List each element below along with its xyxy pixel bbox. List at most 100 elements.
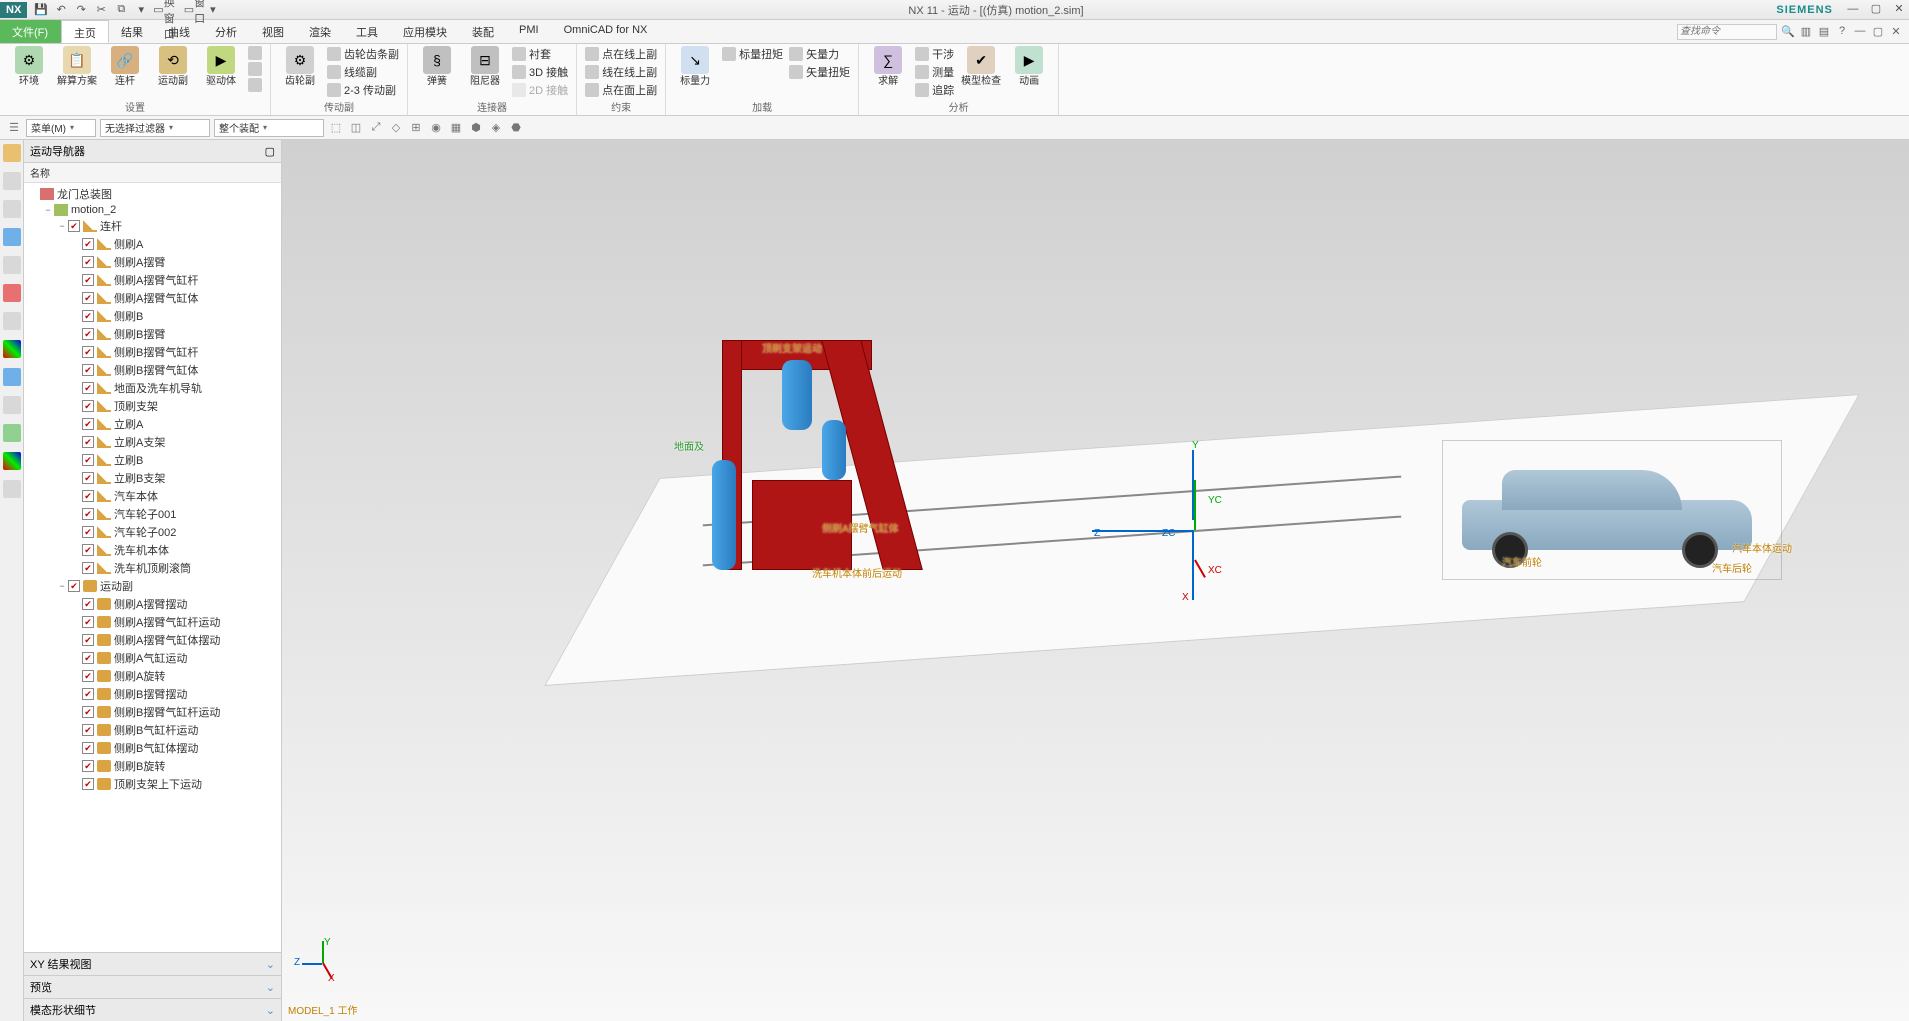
filter-combo[interactable]: 无选择过滤器 xyxy=(100,119,210,137)
tree-joint-0[interactable]: ✔侧刷A摆臂摆动 xyxy=(24,595,281,613)
tree-joints-group[interactable]: −✔运动副 xyxy=(24,577,281,595)
rb-nav-icon[interactable] xyxy=(3,144,21,162)
tree-link-9[interactable]: ✔顶刷支架 xyxy=(24,397,281,415)
search-icon[interactable]: 🔍 xyxy=(1781,25,1795,39)
btn-joint[interactable]: ⟲运动副 xyxy=(152,46,194,87)
btn-cable[interactable]: 线缆副 xyxy=(327,64,399,80)
rb-i5[interactable] xyxy=(3,256,21,274)
window-menu[interactable]: ▭ 窗口 ▾ xyxy=(184,2,216,18)
btn-vforce[interactable]: 矢量力 xyxy=(789,46,850,62)
scope-combo[interactable]: 整个装配 xyxy=(214,119,324,137)
tree-link-17[interactable]: ✔洗车机本体 xyxy=(24,541,281,559)
tree-link-2[interactable]: ✔侧刷A摆臂气缸杆 xyxy=(24,271,281,289)
fb-i9[interactable]: ◈ xyxy=(488,120,504,136)
switch-window-button[interactable]: ▭ 切换窗口 xyxy=(153,2,179,18)
redo-icon[interactable]: ↷ xyxy=(73,2,89,18)
fb-i1[interactable]: ⬚ xyxy=(328,120,344,136)
undo-icon[interactable]: ↶ xyxy=(53,2,69,18)
menu-icon[interactable]: ☰ xyxy=(6,120,22,136)
rb-i7[interactable] xyxy=(3,312,21,330)
tree-link-5[interactable]: ✔侧刷B摆臂 xyxy=(24,325,281,343)
close-icon[interactable]: ✕ xyxy=(1891,2,1907,16)
fb-i5[interactable]: ⊞ xyxy=(408,120,424,136)
fb-i6[interactable]: ◉ xyxy=(428,120,444,136)
btn-pof[interactable]: 点在面上副 xyxy=(585,82,657,98)
btn-gear[interactable]: ⚙齿轮副 xyxy=(279,46,321,87)
tab-curve[interactable]: 曲线 xyxy=(156,20,203,43)
tree-motion[interactable]: −motion_2 xyxy=(24,203,281,217)
rb-i11[interactable] xyxy=(3,424,21,442)
save-icon[interactable]: 💾 xyxy=(33,2,49,18)
tree-joint-9[interactable]: ✔侧刷B旋转 xyxy=(24,757,281,775)
tree-link-16[interactable]: ✔汽车轮子002 xyxy=(24,523,281,541)
rb-i9[interactable] xyxy=(3,368,21,386)
tree-link-13[interactable]: ✔立刷B支架 xyxy=(24,469,281,487)
tree-link-8[interactable]: ✔地面及洗车机导轨 xyxy=(24,379,281,397)
btn-spring[interactable]: §弹簧 xyxy=(416,46,458,87)
btn-damper[interactable]: ⊟阻尼器 xyxy=(464,46,506,87)
btn-solve[interactable]: ∑求解 xyxy=(867,46,909,87)
cut-icon[interactable]: ✂ xyxy=(93,2,109,18)
rb-i12[interactable] xyxy=(3,452,21,470)
fb-i2[interactable]: ◫ xyxy=(348,120,364,136)
help-icon[interactable]: ▾ xyxy=(133,2,149,18)
tree-link-12[interactable]: ✔立刷B xyxy=(24,451,281,469)
btn-lol[interactable]: 线在线上副 xyxy=(585,64,657,80)
tab-view[interactable]: 视图 xyxy=(250,20,297,43)
tab-application[interactable]: 应用模块 xyxy=(391,20,460,43)
rb-i4[interactable] xyxy=(3,228,21,246)
btn-animation[interactable]: ▶动画 xyxy=(1008,46,1050,87)
tree-link-3[interactable]: ✔侧刷A摆臂气缸体 xyxy=(24,289,281,307)
btn-measure[interactable]: 测量 xyxy=(915,64,954,80)
tree-link-14[interactable]: ✔汽车本体 xyxy=(24,487,281,505)
btn-trace[interactable]: 追踪 xyxy=(915,82,954,98)
rb-i2[interactable] xyxy=(3,172,21,190)
copy-icon[interactable]: ⧉ xyxy=(113,2,129,18)
btn-storque[interactable]: 标量扭矩 xyxy=(722,46,783,62)
tree-link-7[interactable]: ✔侧刷B摆臂气缸体 xyxy=(24,361,281,379)
tree-link-18[interactable]: ✔洗车机顶刷滚筒 xyxy=(24,559,281,577)
tree-link-15[interactable]: ✔汽车轮子001 xyxy=(24,505,281,523)
btn-solution[interactable]: 📋解算方案 xyxy=(56,46,98,87)
tree-link-6[interactable]: ✔侧刷B摆臂气缸杆 xyxy=(24,343,281,361)
search-input[interactable] xyxy=(1677,24,1777,40)
btn-vtorque[interactable]: 矢量扭矩 xyxy=(789,64,850,80)
tree-joint-1[interactable]: ✔侧刷A摆臂气缸杆运动 xyxy=(24,613,281,631)
tab-results[interactable]: 结果 xyxy=(109,20,156,43)
fb-i10[interactable]: ⬣ xyxy=(508,120,524,136)
rb-i13[interactable] xyxy=(3,480,21,498)
menu-combo[interactable]: 菜单(M) xyxy=(26,119,96,137)
navigator-pin-icon[interactable]: ▢ xyxy=(265,145,275,158)
layout2-icon[interactable]: ▤ xyxy=(1817,25,1831,39)
btn-3dcontact[interactable]: 3D 接触 xyxy=(512,64,568,80)
minimize-icon[interactable]: — xyxy=(1845,3,1861,17)
fb-i4[interactable]: ◇ xyxy=(388,120,404,136)
tree-links-group[interactable]: −✔连杆 xyxy=(24,217,281,235)
tree-joint-7[interactable]: ✔侧刷B气缸杆运动 xyxy=(24,721,281,739)
min2-icon[interactable]: — xyxy=(1853,25,1867,39)
tab-file[interactable]: 文件(F) xyxy=(0,20,61,43)
rb-i10[interactable] xyxy=(3,396,21,414)
help2-icon[interactable]: ? xyxy=(1835,25,1849,39)
navigator-tree[interactable]: 龙门总装图−motion_2−✔连杆✔侧刷A✔侧刷A摆臂✔侧刷A摆臂气缸杆✔侧刷… xyxy=(24,183,281,952)
btn-sm2[interactable] xyxy=(248,62,262,76)
tree-root[interactable]: 龙门总装图 xyxy=(24,185,281,203)
tab-tools[interactable]: 工具 xyxy=(344,20,391,43)
tree-link-4[interactable]: ✔侧刷B xyxy=(24,307,281,325)
btn-bushing[interactable]: 衬套 xyxy=(512,46,568,62)
tree-joint-10[interactable]: ✔顶刷支架上下运动 xyxy=(24,775,281,793)
bar-xy[interactable]: XY 结果视图⌄ xyxy=(24,952,281,975)
btn-23coupler[interactable]: 2-3 传动副 xyxy=(327,82,399,98)
tab-assembly[interactable]: 装配 xyxy=(460,20,507,43)
restore2-icon[interactable]: ▢ xyxy=(1871,25,1885,39)
rb-i3[interactable] xyxy=(3,200,21,218)
btn-2dcontact[interactable]: 2D 接触 xyxy=(512,82,568,98)
rb-i8[interactable] xyxy=(3,340,21,358)
tab-pmi[interactable]: PMI xyxy=(507,20,552,43)
bar-modeshape[interactable]: 模态形状细节⌄ xyxy=(24,998,281,1021)
btn-interf[interactable]: 干涉 xyxy=(915,46,954,62)
btn-modelcheck[interactable]: ✔模型检查 xyxy=(960,46,1002,87)
btn-sm1[interactable] xyxy=(248,46,262,60)
tree-link-11[interactable]: ✔立刷A支架 xyxy=(24,433,281,451)
tree-link-0[interactable]: ✔侧刷A xyxy=(24,235,281,253)
